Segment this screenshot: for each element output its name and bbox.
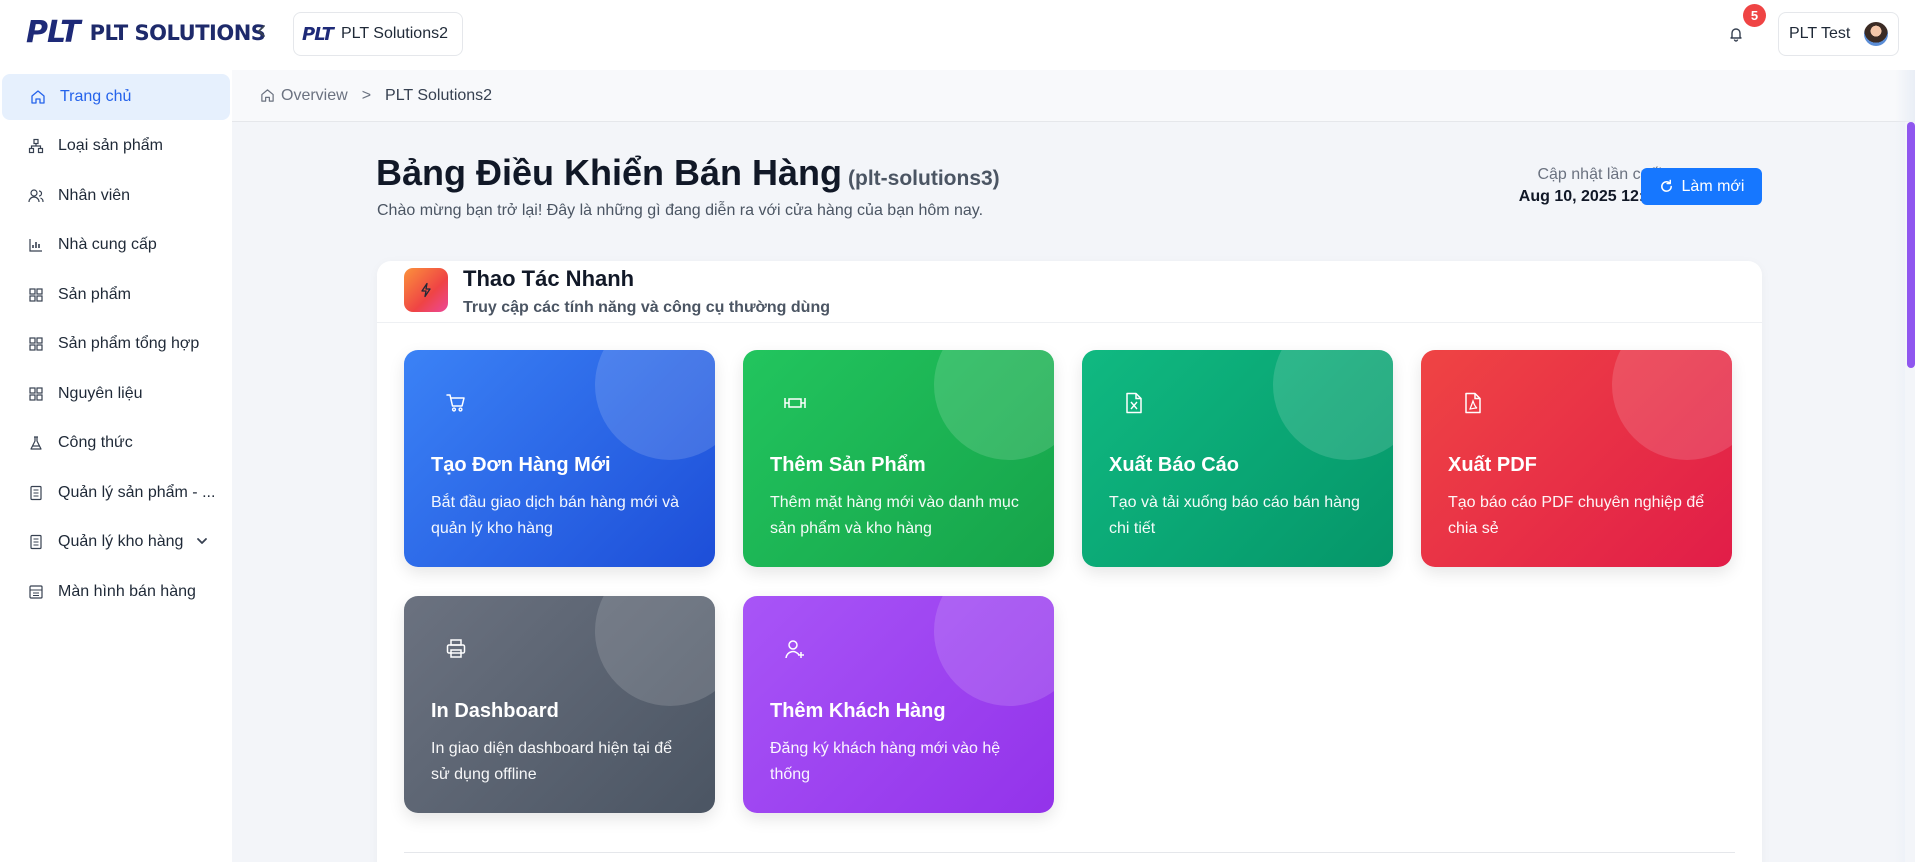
quick-actions-subtitle: Truy cập các tính năng và công cụ thường… — [463, 299, 830, 316]
store-name: PLT Solutions2 — [340, 25, 448, 42]
notifications-button[interactable] — [1722, 20, 1750, 48]
cart-icon — [443, 390, 469, 416]
divider — [404, 852, 1735, 853]
pdf-file-icon — [1460, 390, 1486, 416]
sidebar: Trang chủ Loại sản phẩm Nhân viên Nhà cu… — [0, 70, 232, 862]
brand[interactable]: PLT PLT SOLUTIONS — [26, 15, 266, 50]
quick-actions-panel: Thao Tác Nhanh Truy cập các tính năng và… — [377, 261, 1762, 862]
quick-actions-header: Thao Tác Nhanh Truy cập các tính năng và… — [377, 261, 1762, 323]
page-title-suffix: (plt-solutions3) — [848, 167, 1000, 190]
refresh-button[interactable]: Làm mới — [1641, 168, 1762, 205]
last-updated-value: Aug 10, 2025 12:46 — [1518, 188, 1662, 205]
card-title: Thêm Sản Phẩm — [770, 454, 926, 476]
refresh-label: Làm mới — [1681, 177, 1745, 195]
quick-actions-title: Thao Tác Nhanh — [463, 266, 635, 291]
store-logo: PLT — [302, 23, 334, 45]
top-bar: PLT PLT SOLUTIONS PLT PLT Solutions2 5 P… — [0, 0, 1915, 70]
sidebar-item-label: Nhân viên — [58, 187, 131, 204]
sidebar-item-label: Loại sản phẩm — [58, 137, 163, 154]
sidebar-item-label: Màn hình bán hàng — [58, 583, 196, 600]
sidebar-item-combo-products[interactable]: Sản phẩm tổng hợp — [0, 321, 228, 367]
sidebar-item-label: Trang chủ — [60, 88, 132, 105]
sidebar-item-warehouse[interactable]: Quản lý kho hàng — [0, 519, 228, 565]
brand-name: PLT SOLUTIONS — [89, 21, 266, 45]
scrollbar-thumb[interactable] — [1907, 122, 1915, 368]
sidebar-item-pos-screen[interactable]: Màn hình bán hàng — [0, 569, 228, 615]
home-icon — [261, 89, 274, 102]
home-icon — [30, 89, 46, 105]
create-order-card[interactable]: Tạo Đơn Hàng Mới Bắt đầu giao dịch bán h… — [404, 350, 715, 567]
sidebar-item-home[interactable]: Trang chủ — [2, 74, 230, 120]
chevron-left-icon — [258, 25, 265, 37]
export-pdf-card[interactable]: Xuất PDF Tạo báo cáo PDF chuyên nghiệp đ… — [1421, 350, 1732, 567]
last-updated-label: Cập nhật lần cuối — [1537, 166, 1662, 183]
scrollbar[interactable] — [1905, 122, 1915, 862]
page-title-text: Bảng Điều Khiển Bán Hàng — [376, 152, 843, 193]
sidebar-item-products[interactable]: Sản phẩm — [0, 272, 228, 318]
card-description: In giao diện dashboard hiện tại để sử dụ… — [431, 740, 673, 783]
sidebar-item-employees[interactable]: Nhân viên — [0, 173, 228, 219]
sidebar-item-label: Sản phẩm tổng hợp — [58, 335, 200, 352]
print-dashboard-card[interactable]: In Dashboard In giao diện dashboard hiện… — [404, 596, 715, 813]
card-description: Bắt đầu giao dịch bán hàng mới và quản l… — [431, 494, 679, 537]
notification-badge: 5 — [1743, 4, 1766, 27]
sitemap-icon — [28, 138, 44, 154]
document-icon — [28, 485, 44, 501]
card-description: Tạo và tải xuống báo cáo bán hàng chi ti… — [1109, 494, 1360, 537]
grid-icon — [28, 287, 44, 303]
page-title: Bảng Điều Khiển Bán Hàng (plt-solutions3) — [376, 152, 1000, 194]
document-icon — [28, 534, 44, 550]
card-title: In Dashboard — [431, 700, 559, 722]
store-selector[interactable]: PLT PLT Solutions2 — [293, 12, 463, 56]
add-customer-card[interactable]: Thêm Khách Hàng Đăng ký khách hàng mới v… — [743, 596, 1054, 813]
collapse-sidebar-button[interactable] — [250, 20, 274, 44]
sidebar-item-label: Nguyên liệu — [58, 385, 143, 402]
grid-icon — [28, 336, 44, 352]
user-menu[interactable]: PLT Test — [1778, 12, 1900, 56]
lightning-icon — [404, 268, 448, 312]
page-description: Chào mừng bạn trở lại! Đây là những gì đ… — [377, 202, 984, 219]
breadcrumb: Overview > PLT Solutions2 — [232, 70, 1915, 122]
user-add-icon — [782, 636, 808, 662]
sidebar-item-product-types[interactable]: Loại sản phẩm — [0, 123, 228, 169]
card-title: Thêm Khách Hàng — [770, 700, 946, 722]
card-description: Tạo báo cáo PDF chuyên nghiệp để chia sẻ — [1448, 494, 1705, 537]
card-title: Xuất PDF — [1448, 454, 1537, 476]
breadcrumb-current: PLT Solutions2 — [385, 86, 493, 104]
users-icon — [28, 188, 44, 204]
breadcrumb-home-label: Overview — [281, 86, 348, 104]
bar-chart-icon — [28, 237, 44, 253]
export-report-card[interactable]: Xuất Báo Cáo Tạo và tải xuống báo cáo bá… — [1082, 350, 1393, 567]
excel-file-icon — [1121, 390, 1147, 416]
card-title: Tạo Đơn Hàng Mới — [431, 454, 611, 476]
card-title: Xuất Báo Cáo — [1109, 454, 1240, 476]
product-add-icon — [782, 390, 808, 416]
refresh-icon — [1660, 179, 1672, 192]
sidebar-item-product-management[interactable]: Quản lý sản phẩm - ... — [0, 470, 228, 516]
sidebar-item-label: Sản phẩm — [58, 286, 131, 303]
sidebar-item-label: Công thức — [58, 434, 133, 451]
sidebar-item-label: Quản lý kho hàng — [58, 533, 184, 550]
breadcrumb-home[interactable]: Overview — [260, 87, 348, 105]
card-description: Thêm mặt hàng mới vào danh mục sản phẩm … — [770, 494, 1019, 537]
brand-logo: PLT — [26, 15, 81, 50]
card-description: Đăng ký khách hàng mới vào hệ thống — [770, 740, 1001, 783]
flask-icon — [28, 435, 44, 451]
grid-icon — [28, 386, 44, 402]
sidebar-item-label: Quản lý sản phẩm - ... — [58, 484, 216, 501]
breadcrumb-separator: > — [361, 86, 372, 104]
sidebar-item-suppliers[interactable]: Nhà cung cấp — [0, 222, 228, 268]
main-content: Bảng Điều Khiển Bán Hàng (plt-solutions3)… — [232, 122, 1915, 862]
bell-icon — [1730, 28, 1742, 42]
sidebar-item-ingredients[interactable]: Nguyên liệu — [0, 371, 228, 417]
add-product-card[interactable]: Thêm Sản Phẩm Thêm mặt hàng mới vào danh… — [743, 350, 1054, 567]
chevron-down-icon[interactable] — [196, 534, 208, 552]
user-name: PLT Test — [1789, 25, 1851, 42]
avatar — [1864, 22, 1889, 46]
printer-icon — [443, 636, 469, 662]
pos-icon — [28, 584, 44, 600]
sidebar-item-label: Nhà cung cấp — [58, 236, 157, 253]
sidebar-item-recipes[interactable]: Công thức — [0, 420, 228, 466]
